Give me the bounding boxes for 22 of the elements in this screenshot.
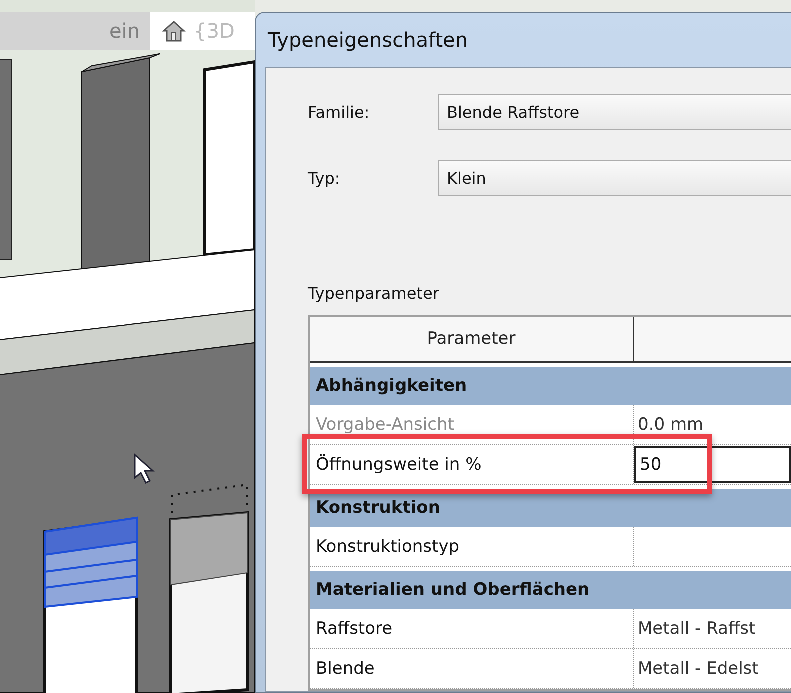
tab-label: {3D xyxy=(194,19,235,43)
parameter-value: Metall - Edelst xyxy=(637,658,760,680)
field-label: Typ: xyxy=(308,168,342,188)
parameter-name: Raffstore xyxy=(310,609,634,648)
dialog-title: Typeneigenschaften xyxy=(267,27,470,54)
parameter-value: Metall - Raffst xyxy=(637,618,757,640)
house-icon xyxy=(162,19,186,43)
field-label: Familie: xyxy=(308,102,371,122)
parameter-value: 0.0 mm xyxy=(637,414,705,436)
dropdown-field[interactable]: Blende Raffstore xyxy=(438,94,791,130)
parameter-row[interactable]: Konstruktionstyp xyxy=(310,527,791,567)
dropdown-field[interactable]: Klein xyxy=(438,160,791,196)
section-label: Typenparameter xyxy=(308,284,440,303)
parameter-row[interactable]: Blende Metall - Edelst xyxy=(310,649,791,689)
parameter-name: Vorgabe-Ansicht xyxy=(310,405,634,444)
value-input[interactable]: 50 xyxy=(634,446,791,483)
cursor-icon xyxy=(134,453,155,484)
parameter-name: Konstruktionstyp xyxy=(310,527,634,566)
parameter-name: Blende xyxy=(310,649,634,688)
group-header[interactable]: Abhängigkeiten xyxy=(310,367,791,405)
parameter-row[interactable]: Raffstore Metall - Raffst xyxy=(310,609,791,649)
group-header[interactable]: Materialien und Oberflächen xyxy=(310,571,791,609)
